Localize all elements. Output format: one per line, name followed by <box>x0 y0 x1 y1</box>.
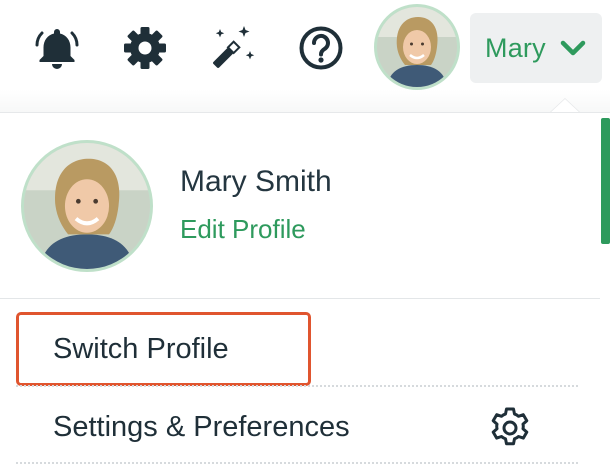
section-divider <box>0 298 600 299</box>
scrollbar[interactable] <box>601 118 610 244</box>
notifications-button[interactable] <box>31 22 83 74</box>
magic-wand-icon <box>206 23 256 73</box>
bell-icon <box>33 24 81 72</box>
avatar-photo <box>377 7 457 87</box>
profile-avatar <box>21 140 153 272</box>
app-page: Mary Mary Smith Edit Profile Switch Prof… <box>0 0 610 469</box>
top-header-bar: Mary <box>0 0 610 112</box>
magic-button[interactable] <box>205 22 257 74</box>
highlight-annotation <box>16 312 311 386</box>
chevron-down-icon <box>560 39 586 57</box>
avatar[interactable] <box>374 4 460 90</box>
menu-separator <box>16 462 578 464</box>
settings-preferences-label: Settings & Preferences <box>53 410 350 443</box>
dropdown-caret <box>550 99 580 113</box>
menu-separator <box>16 385 578 387</box>
gear-icon <box>487 405 533 451</box>
profile-full-name: Mary Smith <box>180 165 332 198</box>
profile-photo <box>24 143 150 269</box>
help-circle-icon <box>298 25 344 71</box>
user-dropdown-menu: Mary Smith Edit Profile Switch Profile S… <box>0 112 610 469</box>
settings-button[interactable] <box>119 22 171 74</box>
user-menu-button[interactable]: Mary <box>470 13 602 83</box>
gear-icon <box>122 25 168 71</box>
profile-summary: Mary Smith Edit Profile <box>0 113 600 299</box>
help-button[interactable] <box>295 22 347 74</box>
user-menu-name: Mary <box>485 32 546 63</box>
edit-profile-link[interactable]: Edit Profile <box>180 214 306 245</box>
